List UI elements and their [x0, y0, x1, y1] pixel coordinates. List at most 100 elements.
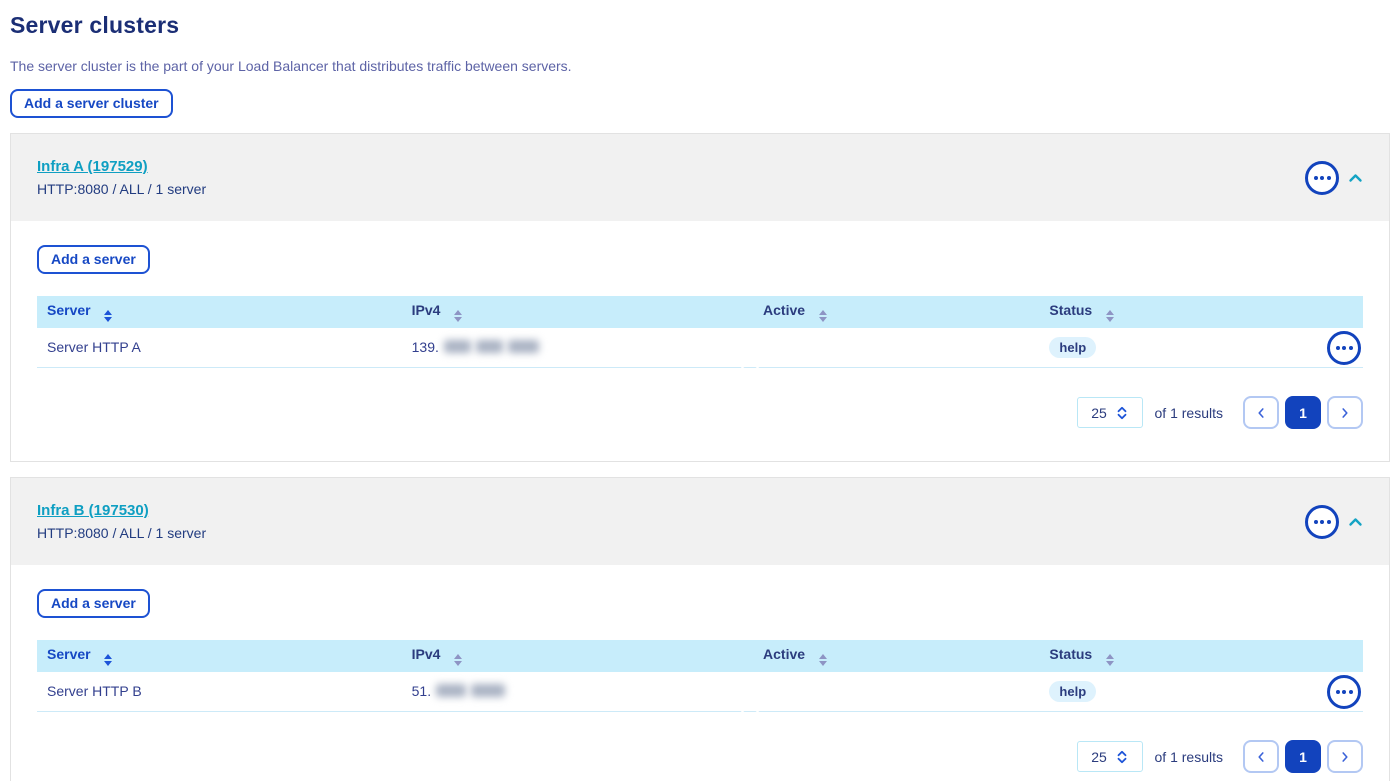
- prev-page-button[interactable]: [1243, 740, 1279, 773]
- next-page-button[interactable]: [1327, 740, 1363, 773]
- table-header-row: Server IPv4 Active Status: [37, 296, 1363, 328]
- cluster-body: Add a server Server IPv4 Active: [11, 221, 1389, 461]
- cluster-details: HTTP:8080 / ALL / 1 server: [37, 525, 206, 541]
- server-status-cell: help: [1039, 337, 1299, 358]
- chevron-left-icon: [1256, 751, 1266, 763]
- column-header-server[interactable]: Server: [37, 302, 402, 322]
- sort-icon[interactable]: [454, 310, 462, 322]
- server-actions-cell: [1299, 675, 1363, 709]
- sort-icon[interactable]: [104, 310, 112, 322]
- status-badge: help: [1049, 681, 1096, 702]
- collapse-chevron-up-icon[interactable]: [1348, 517, 1363, 527]
- server-row: Server HTTP A 139.: [37, 328, 1363, 368]
- check-icon: [744, 699, 756, 711]
- check-icon: [744, 355, 756, 367]
- ellipsis-icon: [1336, 346, 1340, 350]
- column-header-active[interactable]: Active: [753, 646, 1039, 666]
- column-label: Status: [1049, 302, 1092, 318]
- server-name-cell: Server HTTP B: [37, 683, 402, 701]
- current-page-button[interactable]: 1: [1285, 396, 1321, 429]
- column-label: Server: [47, 302, 91, 318]
- cluster-panel: Infra A (197529) HTTP:8080 / ALL / 1 ser…: [10, 133, 1390, 462]
- column-header-status[interactable]: Status: [1039, 646, 1299, 666]
- server-status-cell: help: [1039, 681, 1299, 702]
- pager: 1: [1243, 396, 1363, 429]
- toggle-knob: [739, 694, 761, 716]
- current-page-button[interactable]: 1: [1285, 740, 1321, 773]
- sort-icon[interactable]: [819, 310, 827, 322]
- next-page-button[interactable]: [1327, 396, 1363, 429]
- sort-icon[interactable]: [819, 654, 827, 666]
- add-server-button[interactable]: Add a server: [37, 589, 150, 618]
- sort-icon[interactable]: [1106, 654, 1114, 666]
- add-server-cluster-button[interactable]: Add a server cluster: [10, 89, 173, 118]
- ellipsis-icon: [1349, 690, 1353, 694]
- pagination: 25 of 1 results 1: [37, 740, 1363, 773]
- page-size-select[interactable]: 25: [1077, 397, 1143, 428]
- ellipsis-icon: [1327, 176, 1331, 180]
- column-header-active[interactable]: Active: [753, 302, 1039, 322]
- sort-icon[interactable]: [454, 654, 462, 666]
- ellipsis-icon: [1320, 520, 1324, 524]
- cluster-header-text: Infra B (197530) HTTP:8080 / ALL / 1 ser…: [37, 502, 206, 541]
- cluster-header-actions: [1305, 505, 1363, 539]
- ellipsis-icon: [1336, 690, 1340, 694]
- ipv4-prefix: 51.: [412, 683, 431, 699]
- collapse-chevron-up-icon[interactable]: [1348, 173, 1363, 183]
- cluster-panel: Infra B (197530) HTTP:8080 / ALL / 1 ser…: [10, 477, 1390, 781]
- cluster-name-link[interactable]: Infra A (197529): [37, 158, 148, 175]
- chevron-updown-icon: [1116, 406, 1128, 420]
- server-ipv4-cell: 139.: [402, 339, 753, 357]
- pagination: 25 of 1 results 1: [37, 396, 1363, 429]
- ipv4-redacted-blur: [444, 340, 471, 353]
- add-server-button[interactable]: Add a server: [37, 245, 150, 274]
- ellipsis-icon: [1320, 176, 1324, 180]
- sort-icon[interactable]: [104, 654, 112, 666]
- column-label: Server: [47, 646, 91, 662]
- cluster-menu-button[interactable]: [1305, 161, 1339, 195]
- cluster-menu-button[interactable]: [1305, 505, 1339, 539]
- servers-table: Server IPv4 Active Status: [37, 640, 1363, 712]
- table-header-row: Server IPv4 Active Status: [37, 640, 1363, 672]
- status-badge: help: [1049, 337, 1096, 358]
- server-menu-button[interactable]: [1327, 331, 1361, 365]
- sort-icon[interactable]: [1106, 310, 1114, 322]
- chevron-left-icon: [1256, 407, 1266, 419]
- column-label: Status: [1049, 646, 1092, 662]
- cluster-header: Infra B (197530) HTTP:8080 / ALL / 1 ser…: [11, 478, 1389, 565]
- chevron-right-icon: [1340, 407, 1350, 419]
- column-header-ipv4[interactable]: IPv4: [402, 646, 753, 666]
- page-size-value: 25: [1091, 749, 1107, 765]
- column-label: IPv4: [412, 646, 441, 662]
- ellipsis-icon: [1314, 520, 1318, 524]
- chevron-right-icon: [1340, 751, 1350, 763]
- ipv4-redacted-blur: [436, 684, 466, 697]
- cluster-header-actions: [1305, 161, 1363, 195]
- ellipsis-icon: [1349, 346, 1353, 350]
- cluster-header: Infra A (197529) HTTP:8080 / ALL / 1 ser…: [11, 134, 1389, 221]
- page-size-select[interactable]: 25: [1077, 741, 1143, 772]
- column-header-server[interactable]: Server: [37, 646, 402, 666]
- ellipsis-icon: [1327, 520, 1331, 524]
- column-header-status[interactable]: Status: [1039, 302, 1299, 322]
- server-row: Server HTTP B 51.: [37, 672, 1363, 712]
- toggle-knob: [739, 350, 761, 372]
- ipv4-redacted-blur: [471, 684, 505, 697]
- results-count-label: of 1 results: [1155, 749, 1223, 765]
- column-label: Active: [763, 302, 805, 318]
- server-name: Server HTTP B: [47, 683, 142, 699]
- cluster-name-link[interactable]: Infra B (197530): [37, 502, 149, 519]
- prev-page-button[interactable]: [1243, 396, 1279, 429]
- pager: 1: [1243, 740, 1363, 773]
- column-header-ipv4[interactable]: IPv4: [402, 302, 753, 322]
- ellipsis-icon: [1314, 176, 1318, 180]
- column-label: Active: [763, 646, 805, 662]
- cluster-body: Add a server Server IPv4 Active: [11, 565, 1389, 781]
- chevron-updown-icon: [1116, 750, 1128, 764]
- server-name-cell: Server HTTP A: [37, 339, 402, 357]
- server-menu-button[interactable]: [1327, 675, 1361, 709]
- cluster-header-text: Infra A (197529) HTTP:8080 / ALL / 1 ser…: [37, 158, 206, 197]
- cluster-details: HTTP:8080 / ALL / 1 server: [37, 181, 206, 197]
- ipv4-redacted-blur: [476, 340, 503, 353]
- ellipsis-icon: [1342, 690, 1346, 694]
